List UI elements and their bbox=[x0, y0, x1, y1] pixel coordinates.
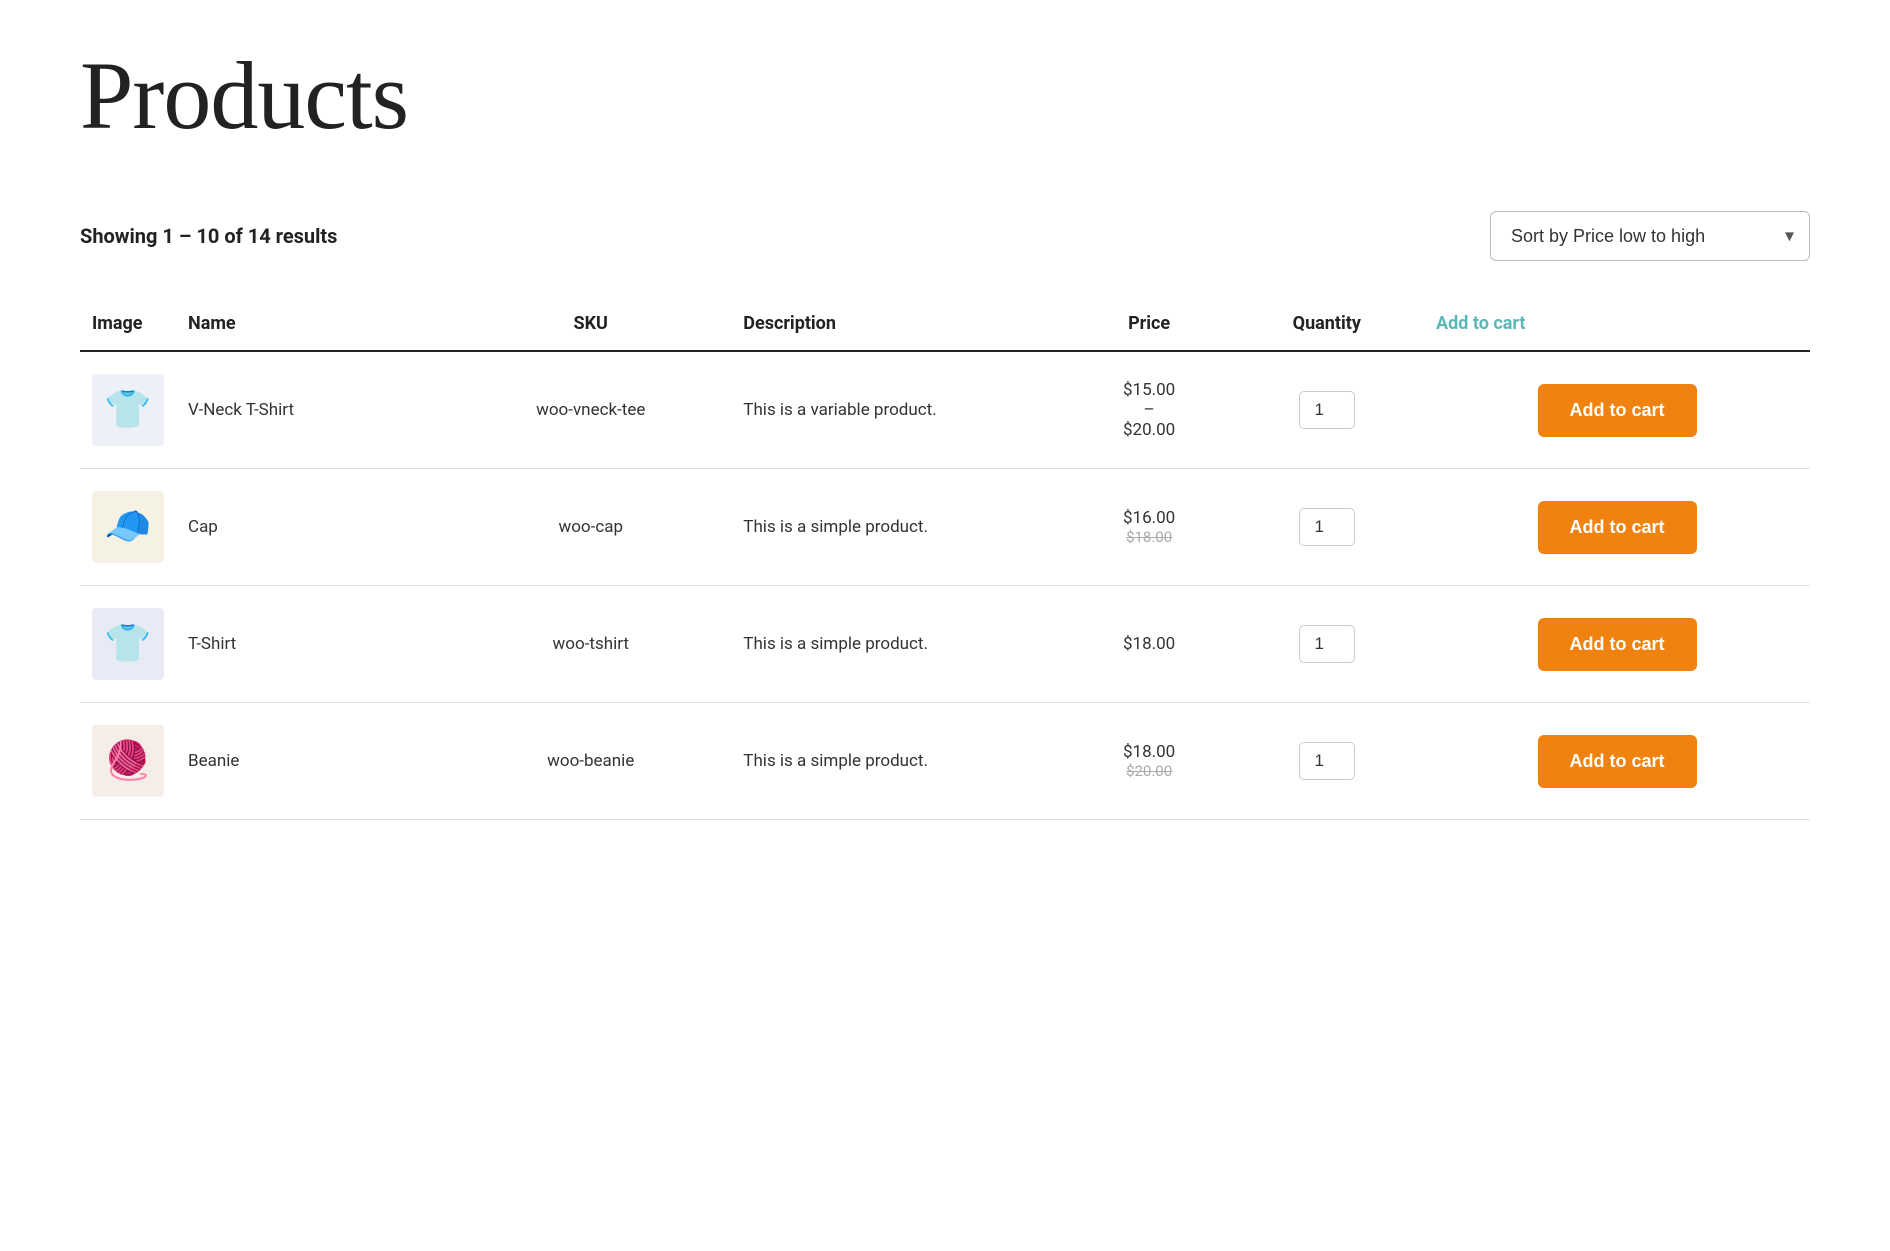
table-row: 🧶Beaniewoo-beanieThis is a simple produc… bbox=[80, 703, 1810, 820]
results-count: Showing 1 – 10 of 14 results bbox=[80, 224, 337, 248]
table-header: Image Name SKU Description Price Quantit… bbox=[80, 297, 1810, 351]
product-name: T-Shirt bbox=[176, 586, 450, 703]
toolbar: Showing 1 – 10 of 14 results Sort by Pri… bbox=[80, 211, 1810, 261]
price-sale-value: $16.00 bbox=[1081, 508, 1218, 528]
col-header-sku: SKU bbox=[450, 297, 731, 351]
quantity-input[interactable] bbox=[1299, 625, 1355, 663]
table-row: 🧢Capwoo-capThis is a simple product. $16… bbox=[80, 469, 1810, 586]
col-header-addtocart: Add to cart bbox=[1424, 297, 1810, 351]
col-header-name: Name bbox=[176, 297, 450, 351]
col-header-price: Price bbox=[1069, 297, 1230, 351]
product-name: Beanie bbox=[176, 703, 450, 820]
product-sku: woo-cap bbox=[450, 469, 731, 586]
add-to-cart-button[interactable]: Add to cart bbox=[1538, 384, 1697, 437]
sort-select-wrapper: Sort by Price low to highSort by Price h… bbox=[1490, 211, 1810, 261]
table-row: 👕V-Neck T-Shirtwoo-vneck-teeThis is a va… bbox=[80, 351, 1810, 469]
price-sale-value: $18.00 bbox=[1081, 742, 1218, 762]
products-tbody: 👕V-Neck T-Shirtwoo-vneck-teeThis is a va… bbox=[80, 351, 1810, 820]
product-quantity-cell bbox=[1230, 351, 1425, 469]
col-header-description: Description bbox=[731, 297, 1068, 351]
product-name: Cap bbox=[176, 469, 450, 586]
price-original-value: $20.00 bbox=[1081, 762, 1218, 780]
quantity-input[interactable] bbox=[1299, 391, 1355, 429]
product-price: $18.00 bbox=[1069, 586, 1230, 703]
add-to-cart-button[interactable]: Add to cart bbox=[1538, 618, 1697, 671]
product-quantity-cell bbox=[1230, 469, 1425, 586]
price-range: $15.00–$20.00 bbox=[1081, 380, 1218, 440]
product-description: This is a simple product. bbox=[731, 586, 1068, 703]
product-description: This is a simple product. bbox=[731, 703, 1068, 820]
sort-select[interactable]: Sort by Price low to highSort by Price h… bbox=[1490, 211, 1810, 261]
product-name: V-Neck T-Shirt bbox=[176, 351, 450, 469]
quantity-input[interactable] bbox=[1299, 508, 1355, 546]
price-value: $18.00 bbox=[1081, 634, 1218, 654]
products-table: Image Name SKU Description Price Quantit… bbox=[80, 297, 1810, 820]
product-sku: woo-vneck-tee bbox=[450, 351, 731, 469]
product-cart-cell: Add to cart bbox=[1424, 351, 1810, 469]
table-row: 👕T-Shirtwoo-tshirtThis is a simple produ… bbox=[80, 586, 1810, 703]
product-cart-cell: Add to cart bbox=[1424, 586, 1810, 703]
product-sku: woo-beanie bbox=[450, 703, 731, 820]
add-to-cart-button[interactable]: Add to cart bbox=[1538, 735, 1697, 788]
product-cart-cell: Add to cart bbox=[1424, 703, 1810, 820]
page-title: Products bbox=[80, 40, 1810, 151]
product-quantity-cell bbox=[1230, 703, 1425, 820]
product-image-cell: 🧶 bbox=[80, 703, 176, 820]
product-description: This is a variable product. bbox=[731, 351, 1068, 469]
col-header-image: Image bbox=[80, 297, 176, 351]
product-price: $18.00 $20.00 bbox=[1069, 703, 1230, 820]
product-price: $15.00–$20.00 bbox=[1069, 351, 1230, 469]
product-cart-cell: Add to cart bbox=[1424, 469, 1810, 586]
add-to-cart-button[interactable]: Add to cart bbox=[1538, 501, 1697, 554]
product-price: $16.00 $18.00 bbox=[1069, 469, 1230, 586]
product-quantity-cell bbox=[1230, 586, 1425, 703]
product-image-cell: 🧢 bbox=[80, 469, 176, 586]
product-image-cell: 👕 bbox=[80, 351, 176, 469]
col-header-quantity: Quantity bbox=[1230, 297, 1425, 351]
product-description: This is a simple product. bbox=[731, 469, 1068, 586]
product-image-cell: 👕 bbox=[80, 586, 176, 703]
quantity-input[interactable] bbox=[1299, 742, 1355, 780]
product-sku: woo-tshirt bbox=[450, 586, 731, 703]
price-original-value: $18.00 bbox=[1081, 528, 1218, 546]
